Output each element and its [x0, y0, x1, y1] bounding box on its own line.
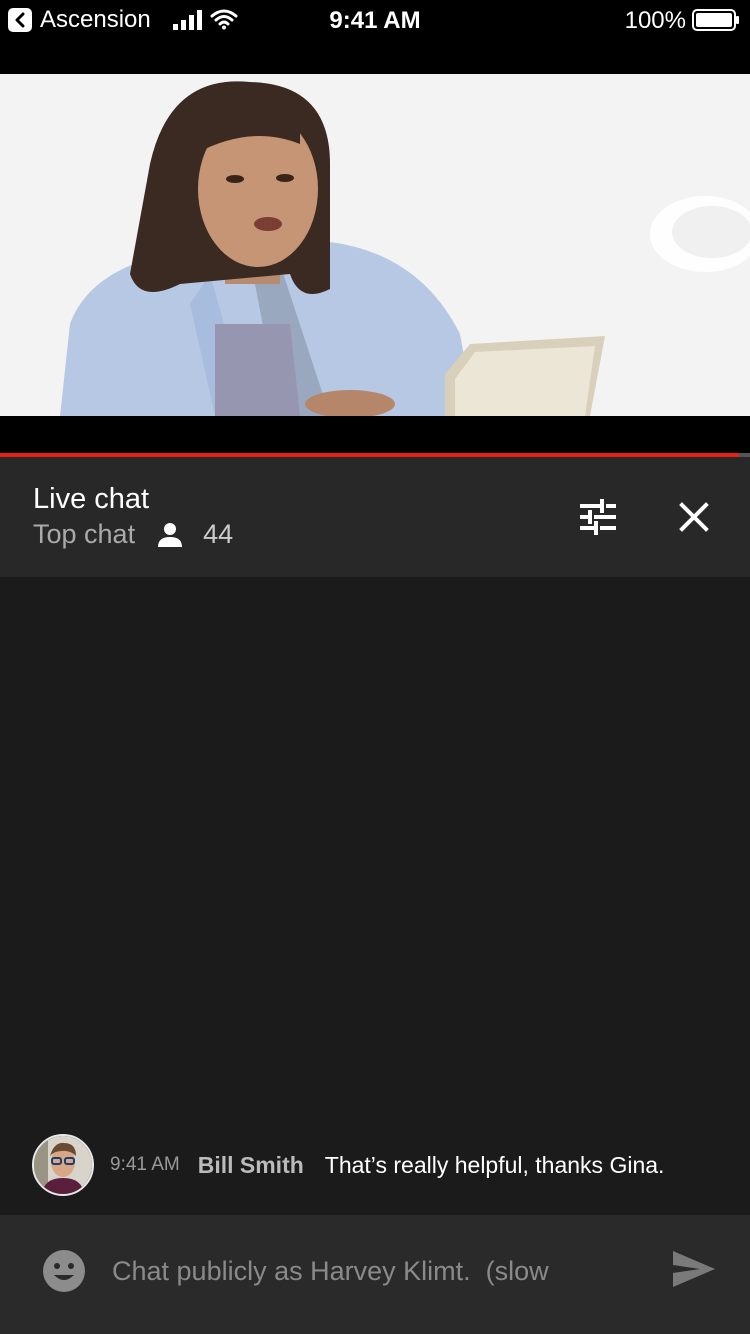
- battery-percent: 100%: [624, 7, 686, 34]
- status-bar: Ascension 9:41 AM 100%: [0, 0, 750, 74]
- viewer-count: 44: [203, 519, 234, 549]
- chat-header: Live chat Top chat 44: [0, 457, 750, 577]
- message-time: 9:41 AM: [110, 1154, 180, 1175]
- chat-mode-selector[interactable]: Top chat 44: [33, 519, 233, 550]
- chat-title: Live chat: [33, 483, 150, 515]
- battery-icon: [692, 9, 739, 31]
- message-author[interactable]: Bill Smith: [198, 1152, 304, 1179]
- chat-messages[interactable]: 9:41 AM Bill Smith That’s really helpful…: [0, 577, 750, 1215]
- chat-message: 9:41 AM Bill Smith That’s really helpful…: [32, 1133, 732, 1197]
- chat-mode-label: Top chat: [33, 519, 136, 549]
- message-text: That’s really helpful, thanks Gina.: [324, 1151, 665, 1178]
- chat-input-bar: [0, 1215, 750, 1334]
- emoji-icon[interactable]: [42, 1249, 86, 1293]
- avatar[interactable]: [32, 1134, 94, 1196]
- video-frame: [0, 74, 750, 416]
- close-icon[interactable]: [674, 497, 714, 537]
- filter-icon[interactable]: [578, 497, 618, 537]
- video-bottom-bar: [0, 416, 750, 454]
- send-icon[interactable]: [672, 1249, 716, 1289]
- chat-input[interactable]: [112, 1245, 652, 1297]
- person-icon: [158, 522, 183, 547]
- video-player[interactable]: [0, 74, 750, 416]
